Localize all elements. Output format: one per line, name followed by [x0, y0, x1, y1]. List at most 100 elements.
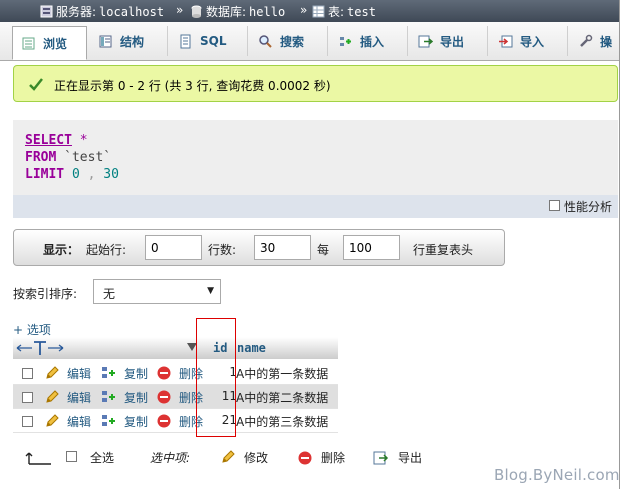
sql-keyword-limit: LIMIT — [25, 167, 65, 182]
edit-link[interactable]: 编辑 — [67, 365, 91, 382]
pencil-icon[interactable] — [44, 389, 60, 405]
tab-label: 搜索 — [280, 34, 305, 49]
table-label: 表: — [328, 5, 345, 19]
tab-label: SQL — [200, 34, 227, 48]
tab-label: 导入 — [520, 34, 545, 49]
delete-icon[interactable] — [156, 413, 172, 429]
structure-icon — [99, 35, 112, 47]
row-checkbox[interactable] — [22, 416, 33, 427]
window-edge — [619, 0, 623, 489]
profiling-checkbox[interactable] — [549, 200, 560, 211]
copy-link[interactable]: 复制 — [124, 413, 148, 430]
success-message: 正在显示第 0 - 2 行 (共 3 行, 查询花费 0.0002 秒) — [13, 65, 618, 102]
tab-browse[interactable]: 浏览 — [12, 26, 87, 60]
select-arrow-icon — [25, 452, 51, 465]
table-row: 编辑 复制 删除 21 A中的第三条数据 — [13, 409, 338, 433]
table-row: 编辑 复制 删除 1 A中的第一条数据 — [13, 361, 338, 385]
repeat-header-input[interactable] — [343, 235, 400, 260]
profiling-label[interactable]: 性能分析 — [564, 198, 612, 215]
rows-count-input[interactable] — [254, 235, 311, 260]
edit-link[interactable]: 编辑 — [67, 389, 91, 406]
expand-columns-icon[interactable] — [15, 340, 65, 356]
start-row-label: 起始行: — [86, 243, 127, 257]
table-value: test — [347, 4, 376, 19]
pencil-icon[interactable] — [220, 449, 236, 465]
insert-icon — [340, 36, 351, 46]
table-row: 编辑 复制 删除 11 A中的第二条数据 — [13, 385, 338, 409]
sql-limit-count: 30 — [103, 167, 119, 182]
db-value: hello — [249, 4, 286, 19]
sql-limit-offset: 0 — [71, 167, 80, 182]
breadcrumb-separator: » — [300, 3, 308, 17]
tab-sql[interactable]: SQL — [170, 26, 248, 56]
sql-comma: , — [87, 167, 96, 182]
every-label: 每 — [317, 243, 330, 257]
tab-label: 浏览 — [43, 36, 68, 51]
row-checkbox[interactable] — [22, 368, 33, 379]
dropdown-arrow-icon: ▼ — [207, 286, 214, 296]
sql-keyword-select[interactable]: SELECT — [25, 133, 72, 148]
sql-toolbar: 性能分析 — [13, 195, 618, 218]
breadcrumb-database[interactable]: 数据库: hello — [190, 3, 285, 20]
tab-bar: 浏览 结构 SQL 搜索 插入 导出 导入 操 — [0, 22, 623, 61]
import-icon — [499, 35, 513, 47]
options-toggle[interactable]: + 选项 — [13, 321, 51, 338]
table-icon — [312, 5, 325, 18]
watermark: Blog.ByNeil.com — [494, 466, 620, 484]
row-name-cell: A中的第一条数据 — [236, 367, 329, 381]
sql-line-select: SELECT * — [25, 133, 88, 148]
check-all-checkbox[interactable] — [66, 451, 77, 462]
breadcrumb-table[interactable]: 表: test — [312, 3, 376, 20]
tab-search[interactable]: 搜索 — [250, 26, 328, 56]
copy-link[interactable]: 复制 — [124, 365, 148, 382]
row-checkbox[interactable] — [22, 392, 33, 403]
display-label: 显示： — [43, 243, 80, 257]
export-icon[interactable] — [373, 450, 389, 466]
export-icon — [418, 35, 433, 47]
copy-link[interactable]: 复制 — [124, 389, 148, 406]
repeat-header-label: 行重复表头 — [413, 243, 474, 257]
tab-export[interactable]: 导出 — [410, 26, 488, 56]
bulk-export-button[interactable]: 导出 — [398, 449, 422, 466]
highlight-box — [196, 318, 236, 437]
pencil-icon[interactable] — [44, 365, 60, 381]
sql-table-name: `test` — [64, 150, 112, 165]
breadcrumb-separator: » — [176, 3, 184, 17]
sort-selected-value: 无 — [103, 287, 116, 301]
tab-label: 导出 — [440, 34, 465, 49]
check-all-label[interactable]: 全选 — [90, 449, 114, 466]
rows-label: 行数: — [208, 243, 237, 257]
sql-line-from: FROM `test` — [25, 150, 111, 165]
breadcrumb-server[interactable]: 服务器: localhost — [40, 3, 164, 20]
tab-insert[interactable]: 插入 — [330, 26, 408, 56]
bulk-edit-button[interactable]: 修改 — [244, 449, 268, 466]
pencil-icon[interactable] — [44, 413, 60, 429]
tab-operations[interactable]: 操 — [570, 26, 623, 56]
copy-icon[interactable] — [101, 365, 117, 381]
server-value: localhost — [99, 4, 165, 19]
wrench-icon — [580, 34, 593, 47]
copy-icon[interactable] — [101, 389, 117, 405]
sort-by-index-select[interactable]: 无 ▼ — [93, 279, 221, 304]
database-icon — [191, 5, 202, 18]
start-row-input[interactable] — [145, 235, 202, 260]
copy-icon[interactable] — [101, 413, 117, 429]
breadcrumb: 服务器: localhost » 数据库: hello » 表: test — [0, 0, 623, 23]
sql-star: * — [79, 133, 88, 148]
bulk-delete-button[interactable]: 删除 — [321, 449, 345, 466]
tab-label: 插入 — [360, 34, 385, 49]
server-label: 服务器: — [56, 5, 97, 19]
delete-icon[interactable] — [297, 450, 313, 466]
sql-query-box: SELECT * FROM `test` LIMIT 0 , 30 — [13, 120, 618, 195]
delete-icon[interactable] — [156, 389, 172, 405]
tab-structure[interactable]: 结构 — [90, 26, 168, 56]
column-header-name[interactable]: name — [237, 341, 266, 355]
db-label: 数据库: — [206, 5, 247, 19]
sql-keyword-from: FROM — [25, 150, 57, 165]
success-text: 正在显示第 0 - 2 行 (共 3 行, 查询花费 0.0002 秒) — [54, 79, 331, 93]
delete-icon[interactable] — [156, 365, 172, 381]
check-icon — [29, 78, 43, 91]
edit-link[interactable]: 编辑 — [67, 413, 91, 430]
tab-import[interactable]: 导入 — [490, 26, 568, 56]
browse-icon — [22, 37, 35, 49]
